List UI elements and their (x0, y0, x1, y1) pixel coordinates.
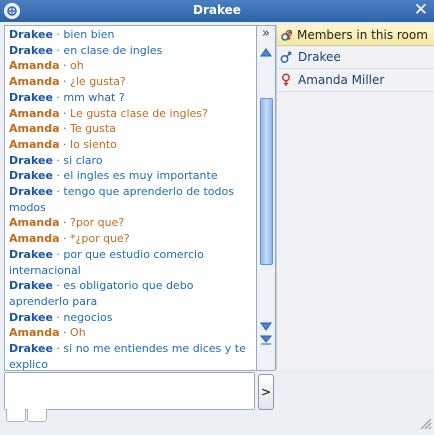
message-input[interactable] (5, 373, 254, 409)
message-text: Le gusta clase de ingles? (70, 106, 208, 120)
collapse-label: » (262, 26, 270, 41)
chat-message: Drakee · tengo que aprenderlo de todos m… (9, 184, 253, 215)
message-author[interactable]: Drakee (9, 279, 53, 292)
chat-message: Amanda · ?por que? (9, 215, 253, 231)
member-drakee[interactable]: Drakee (277, 46, 434, 69)
collapse-icon[interactable]: » (259, 26, 273, 41)
message-separator: · (63, 75, 67, 89)
scroll-down-icon[interactable] (259, 321, 273, 333)
message-separator: · (63, 326, 67, 340)
chat-scrollbar[interactable]: » (256, 25, 276, 371)
message-separator: · (63, 137, 67, 151)
message-author[interactable]: Amanda (9, 59, 60, 72)
chat-message: Drakee · si claro (9, 153, 253, 169)
chat-message: Amanda · Oh (9, 325, 253, 341)
message-text: mm what ? (63, 90, 125, 104)
message-separator: · (56, 279, 60, 293)
chat-message: Drakee · negocios (9, 310, 253, 326)
message-separator: · (56, 43, 60, 57)
message-separator: · (56, 247, 60, 261)
message-text: oh (70, 59, 84, 73)
message-input-box[interactable] (4, 372, 255, 410)
close-icon[interactable]: ✕ (414, 1, 428, 20)
members-panel: Members in this room Drakee Amanda Mille… (276, 25, 434, 369)
message-author[interactable]: Amanda (9, 75, 60, 88)
message-author[interactable]: Drakee (9, 311, 53, 324)
chat-message: Amanda · ¿le gusta? (9, 74, 253, 90)
message-separator: · (56, 28, 60, 41)
message-separator: · (56, 169, 60, 183)
message-author[interactable]: Drakee (9, 44, 53, 57)
message-text: ¿le gusta? (70, 75, 126, 89)
message-text: negocios (63, 310, 113, 324)
message-author[interactable]: Drakee (9, 185, 53, 198)
male-icon (280, 50, 294, 64)
message-author[interactable]: Drakee (9, 248, 53, 261)
message-author[interactable]: Amanda (9, 107, 60, 120)
chat-message: Drakee · por que estudio comercio intern… (9, 247, 253, 278)
scroll-end-icon[interactable] (259, 334, 273, 346)
message-separator: · (63, 122, 67, 136)
members-header: Members in this room (277, 25, 434, 46)
chat-message: Amanda · Te gusta (9, 121, 253, 137)
chat-message: Amanda · Le gusta clase de ingles? (9, 106, 253, 122)
message-text: el ingles es muy importante (63, 169, 218, 183)
message-separator: · (63, 106, 67, 120)
message-separator: · (63, 232, 67, 246)
message-author[interactable]: Amanda (9, 326, 60, 339)
message-author[interactable]: Amanda (9, 232, 60, 245)
message-separator: · (56, 310, 60, 324)
message-separator: · (63, 59, 67, 73)
message-author[interactable]: Drakee (9, 169, 53, 182)
message-separator: · (56, 90, 60, 104)
message-text: ?por que? (70, 216, 125, 230)
chat-message: Drakee · es obligatorio que debo aprende… (9, 278, 253, 309)
chat-message: Amanda · oh (9, 58, 253, 74)
chat-message: Amanda · *¿por que? (9, 231, 253, 247)
message-separator: · (56, 342, 60, 356)
scroll-up-icon[interactable] (259, 46, 273, 58)
message-text: bien bien (63, 28, 115, 41)
message-text: si claro (63, 153, 103, 167)
input-tab[interactable] (6, 409, 26, 422)
message-author[interactable]: Drakee (9, 91, 53, 104)
title-bar: Drakee ✕ (0, 0, 434, 22)
message-list: Drakee · bien bien Drakee · en clase de i… (9, 27, 253, 370)
resize-grip-icon[interactable] (418, 416, 432, 433)
message-author[interactable]: Drakee (9, 342, 53, 355)
members-header-label: Members in this room (297, 28, 428, 42)
member-name: Amanda Miller (298, 73, 385, 87)
message-separator: · (56, 153, 60, 167)
chat-message: Drakee · si no me entiendes me dices y t… (9, 341, 253, 370)
chat-message: Drakee · mm what ? (9, 90, 253, 106)
message-text: lo siento (70, 137, 117, 151)
chat-message: Drakee · en clase de ingles (9, 43, 253, 59)
member-amanda-miller[interactable]: Amanda Miller (277, 69, 434, 92)
chat-message: Amanda · lo siento (9, 137, 253, 153)
message-separator: · (63, 216, 67, 230)
message-text: *¿por que? (70, 232, 130, 246)
message-author[interactable]: Amanda (9, 216, 60, 229)
message-author[interactable]: Amanda (9, 122, 60, 135)
members-icon (280, 27, 294, 43)
message-text: Oh (70, 326, 86, 340)
chat-message: Drakee · el ingles es muy importante (9, 168, 253, 184)
window-title: Drakee (193, 3, 241, 17)
message-author[interactable]: Drakee (9, 28, 53, 41)
member-name: Drakee (298, 50, 341, 64)
message-text: Te gusta (70, 122, 116, 136)
chat-log[interactable]: Drakee · bien bien Drakee · en clase de i… (4, 25, 257, 371)
chat-message: Drakee · bien bien (9, 27, 253, 43)
female-icon (280, 73, 294, 87)
message-text: en clase de ingles (63, 43, 163, 57)
scroll-thumb[interactable] (260, 98, 273, 265)
message-author[interactable]: Amanda (9, 138, 60, 151)
message-separator: · (56, 185, 60, 199)
input-tab[interactable] (27, 409, 47, 422)
send-button[interactable]: > (258, 374, 274, 410)
message-author[interactable]: Drakee (9, 154, 53, 167)
